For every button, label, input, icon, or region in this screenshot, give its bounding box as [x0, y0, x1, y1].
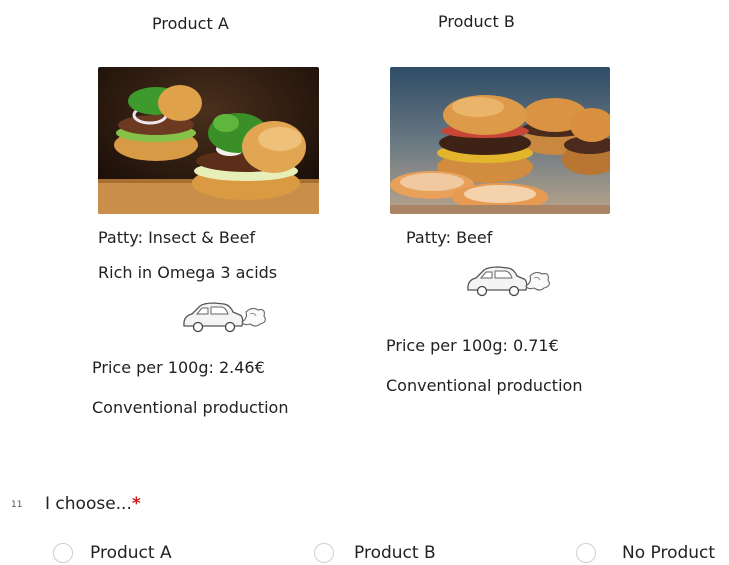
question-label: I choose... [45, 494, 132, 514]
option-product-b[interactable]: Product B [314, 543, 436, 563]
product-a-patty: Patty: Insect & Beef [98, 228, 256, 247]
product-b-patty: Patty: Beef [406, 228, 493, 247]
product-a-image [98, 67, 319, 214]
product-a-omega: Rich in Omega 3 acids [98, 263, 278, 282]
product-b-title: Product B [438, 12, 515, 31]
product-a-price: Price per 100g: 2.46€ [92, 358, 265, 377]
car-exhaust-icon [178, 296, 268, 336]
product-b-price: Price per 100g: 0.71€ [386, 336, 559, 355]
radio-no-product[interactable] [576, 543, 596, 563]
product-a-production: Conventional production [92, 398, 289, 417]
question-number: 11 [11, 500, 23, 510]
radio-product-a[interactable] [53, 543, 73, 563]
question-text: I choose...* [45, 494, 141, 514]
option-no-product[interactable]: No Product [576, 543, 715, 563]
option-label-product-a: Product A [90, 543, 172, 563]
option-label-product-b: Product B [354, 543, 436, 563]
required-marker: * [131, 494, 141, 514]
option-product-a[interactable]: Product A [53, 543, 172, 563]
option-label-no-product: No Product [622, 543, 716, 563]
car-exhaust-icon [462, 260, 552, 300]
product-a-title: Product A [152, 14, 229, 33]
product-b-production: Conventional production [386, 376, 583, 395]
product-b-image [390, 67, 610, 214]
radio-product-b[interactable] [314, 543, 334, 563]
